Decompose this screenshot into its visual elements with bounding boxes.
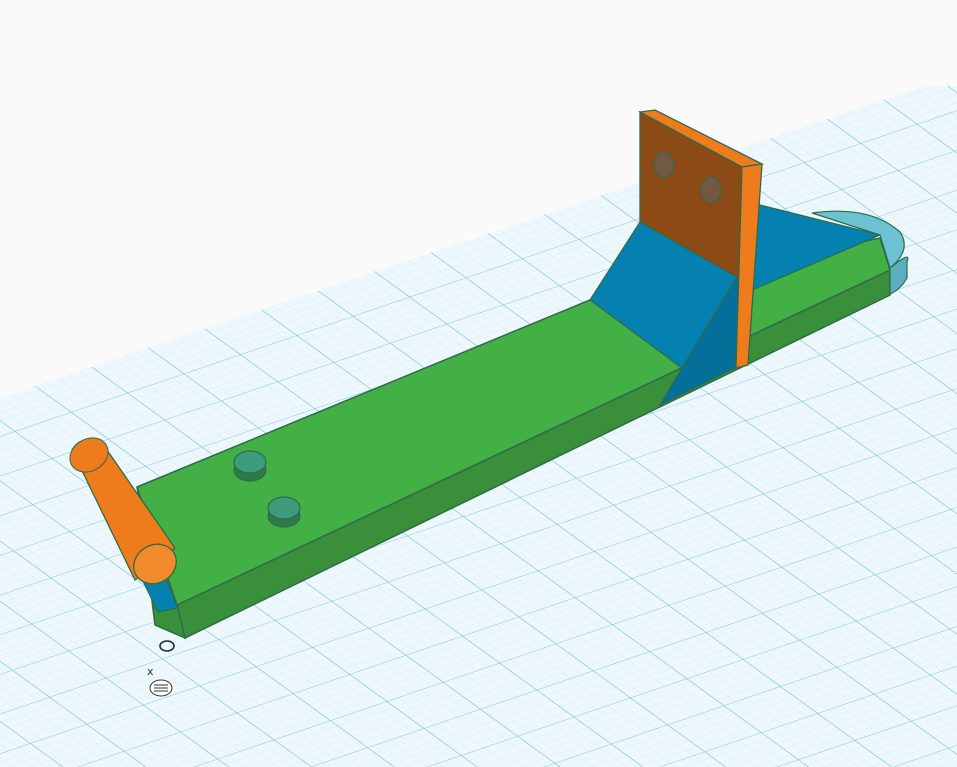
- base-hole-2: [267, 496, 301, 528]
- base-hole-1: [233, 450, 267, 482]
- mount-hole-1: [653, 151, 675, 179]
- grid-snap-icon[interactable]: [149, 679, 173, 697]
- mount-hole-2: [700, 176, 722, 204]
- 3d-workplane-view[interactable]: x: [0, 0, 957, 767]
- axis-x-label: x: [147, 665, 154, 678]
